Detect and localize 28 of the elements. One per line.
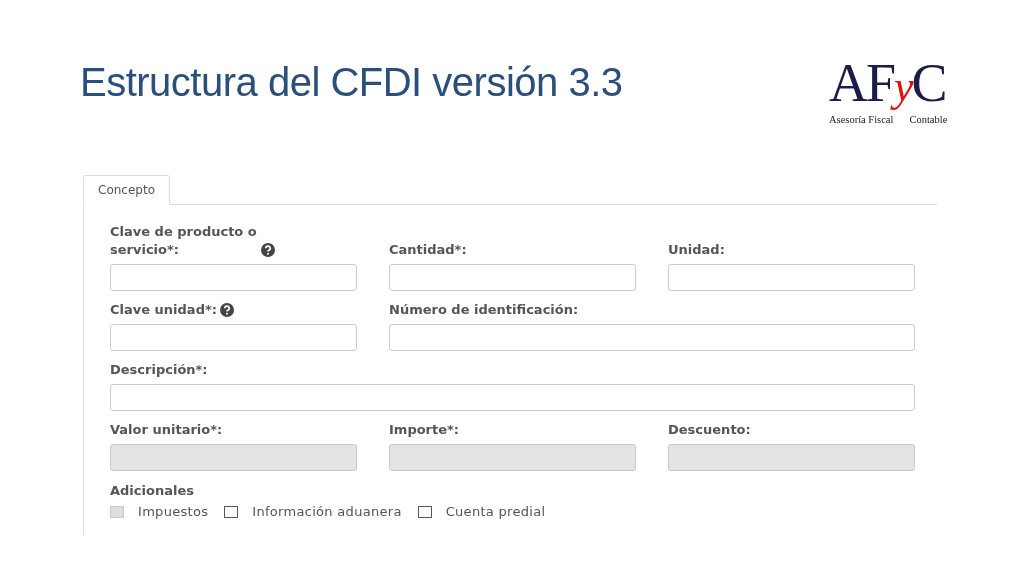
field-label: Número de identificación: — [389, 301, 579, 319]
field-label: Clave unidad*: — [110, 301, 217, 319]
checkbox[interactable] — [417, 505, 432, 518]
checkbox-label: Información aduanera — [252, 504, 402, 519]
input-field[interactable] — [389, 264, 636, 291]
logo-mark: AFyC — [829, 58, 946, 112]
input-field[interactable] — [110, 324, 357, 351]
checkbox[interactable] — [224, 505, 239, 518]
logo-tagline: Contable — [909, 114, 948, 125]
field-label: Cantidad*: — [389, 241, 467, 259]
input-field[interactable] — [110, 264, 357, 291]
help-icon[interactable] — [219, 303, 234, 317]
field-label: Descripción*: — [110, 361, 208, 379]
field-label: Clave de producto o servicio*: — [110, 223, 258, 259]
input-field[interactable] — [110, 384, 915, 411]
slide-title: Estructura del CFDI versión 3.3 — [80, 60, 623, 105]
tab[interactable]: Concepto — [83, 175, 170, 205]
field-label: Unidad: — [668, 241, 725, 259]
field-label: Descuento: — [668, 421, 751, 439]
field-label: Importe*: — [389, 421, 460, 439]
section-heading: Adicionales — [110, 483, 195, 498]
logo-tagline: Asesoría Fiscal — [829, 114, 894, 125]
field-label: Valor unitario*: — [110, 421, 223, 439]
checkbox-label: Impuestos — [138, 504, 209, 519]
input-field[interactable] — [668, 264, 915, 291]
checkbox-label: Cuenta predial — [445, 504, 546, 519]
input-field[interactable] — [389, 324, 915, 351]
help-icon[interactable] — [261, 243, 275, 257]
